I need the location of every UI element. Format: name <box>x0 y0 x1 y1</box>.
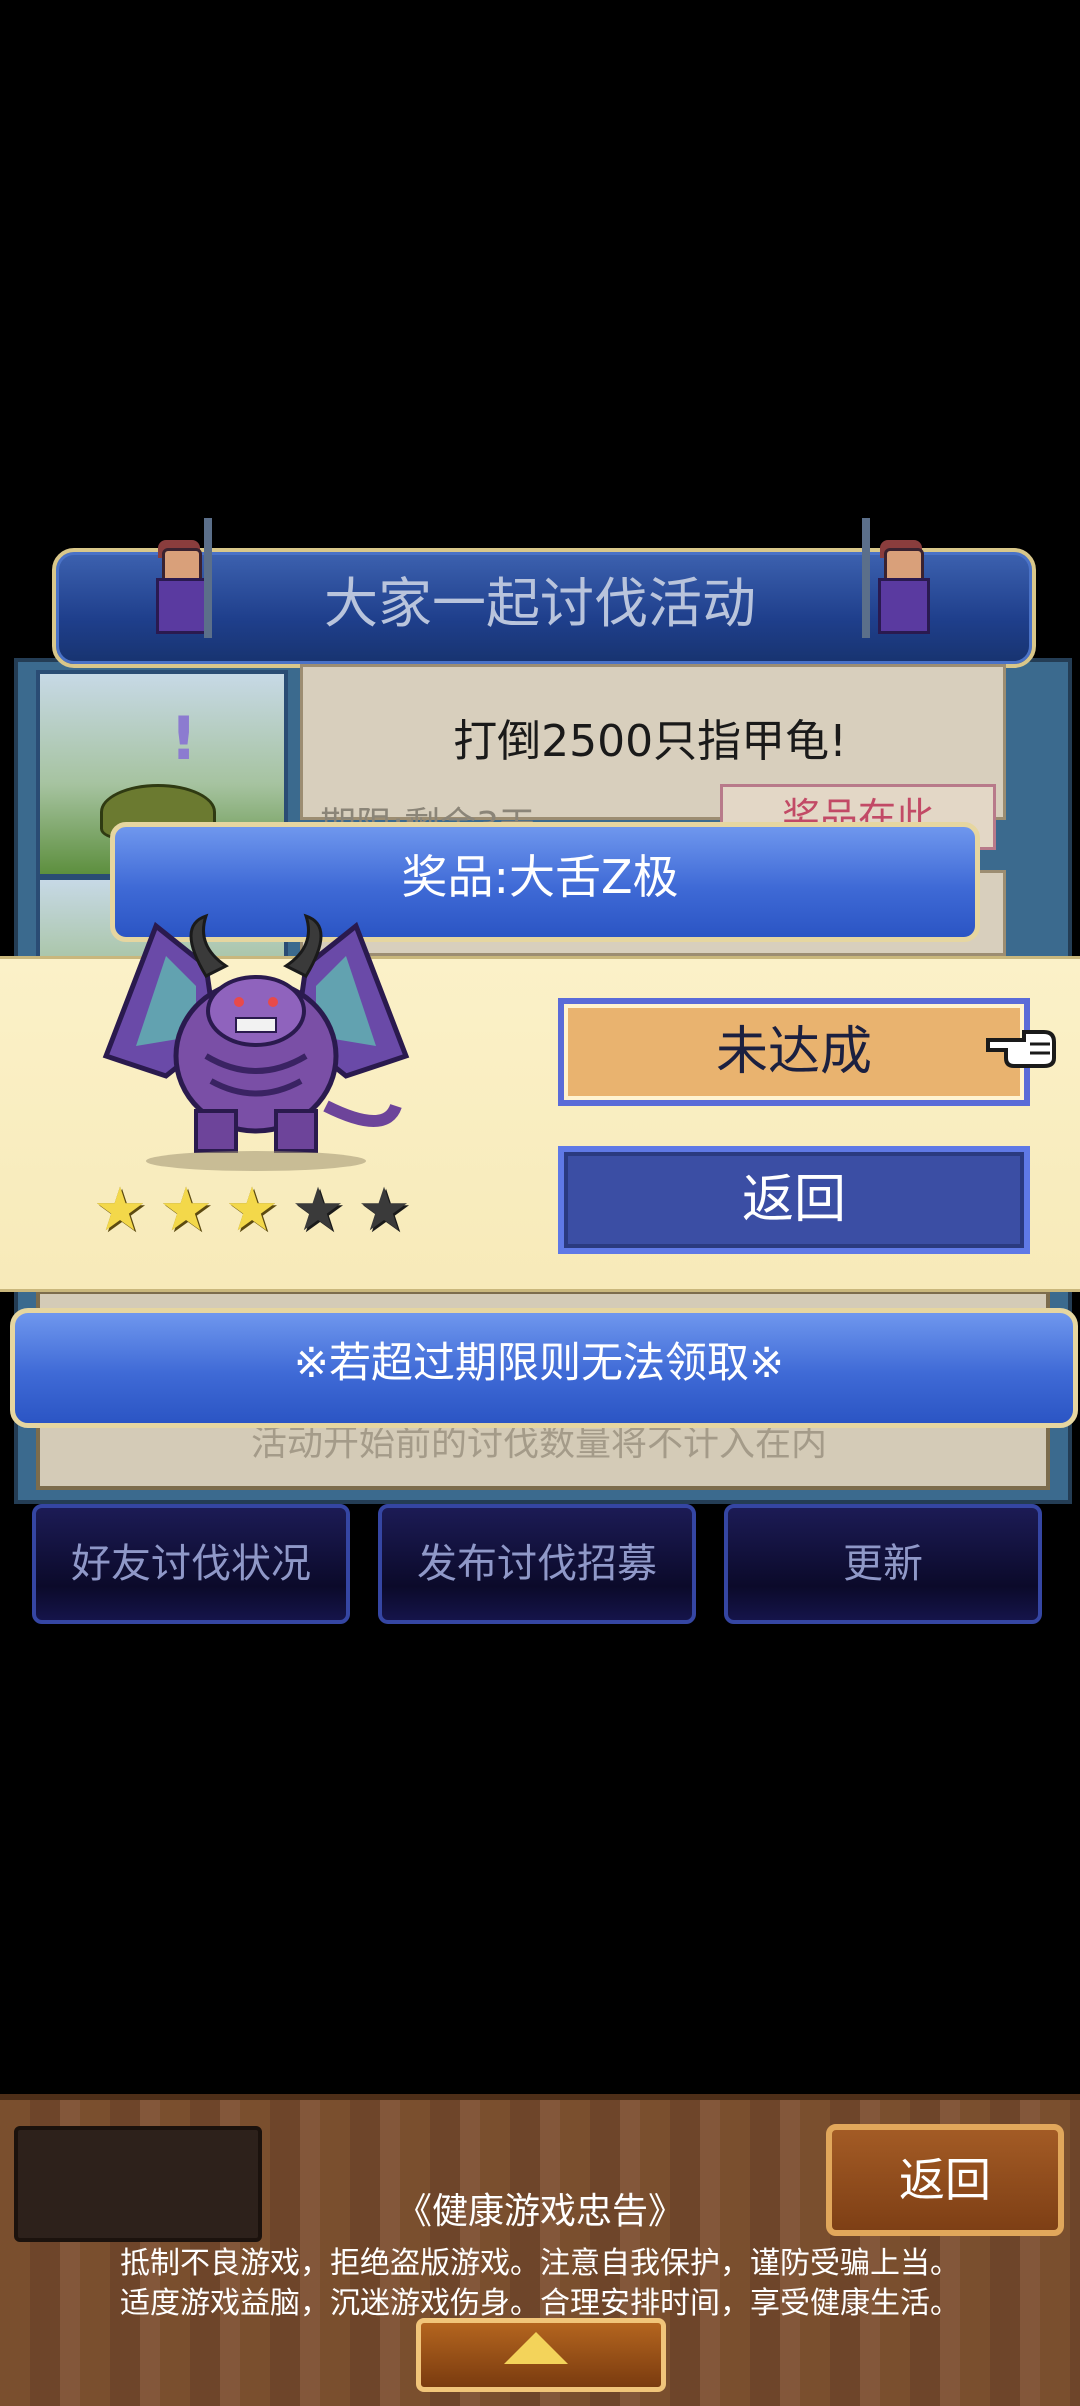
rarity-stars: ★ ★ ★ ★ ★ <box>90 1180 414 1250</box>
star-icon: ★ <box>159 1175 213 1245</box>
up-arrow-icon <box>504 2332 568 2364</box>
expiry-warning-text: ※若超过期限则无法领取※ <box>293 1338 785 1387</box>
dragon-sprite <box>102 913 410 1171</box>
knight-right-icon <box>856 518 946 640</box>
post-recruit-button[interactable]: 发布讨伐招募 <box>378 1504 696 1624</box>
pointing-hand-icon <box>986 1030 1056 1068</box>
star-empty-icon: ★ <box>291 1175 345 1245</box>
health-notice-line-1: 抵制不良游戏，拒绝盗版游戏。注意自我保护，谨防受骗上当。 <box>120 2246 960 2281</box>
knight-left-icon <box>134 518 224 640</box>
star-icon: ★ <box>93 1175 147 1245</box>
event-card-title: 打倒2500只指甲龟! <box>453 716 847 767</box>
friend-status-button[interactable]: 好友讨伐状况 <box>32 1504 350 1624</box>
exclamation-icon: ! <box>170 704 198 774</box>
health-notice-line-2: 适度游戏益脑，沉迷游戏伤身。合理安排时间，享受健康生活。 <box>120 2286 960 2321</box>
health-notice-title: 《健康游戏忠告》 <box>395 2191 684 2232</box>
not-achieved-button[interactable]: 未达成 <box>558 998 1030 1106</box>
refresh-button[interactable]: 更新 <box>724 1504 1042 1624</box>
star-empty-icon: ★ <box>357 1175 411 1245</box>
star-icon: ★ <box>225 1175 279 1245</box>
back-button[interactable]: 返回 <box>558 1146 1030 1254</box>
